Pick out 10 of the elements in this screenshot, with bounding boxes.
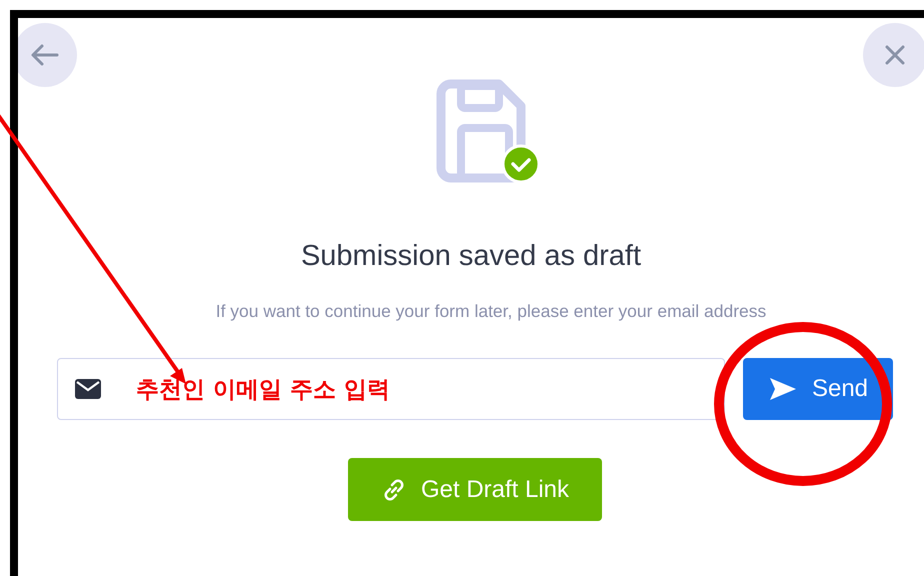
email-input-field[interactable]: 추천인 이메일 주소 입력 [57,358,725,420]
envelope-icon [74,378,102,400]
dialog-title: Submission saved as draft [300,240,642,273]
close-icon [884,44,906,66]
get-draft-link-button[interactable]: Get Draft Link [348,458,602,521]
annotation-text: 추천인 이메일 주소 입력 [136,376,390,404]
instruction-text: If you want to continue your form later, please enter your email address [216,301,766,322]
back-arrow-icon [30,43,60,67]
send-arrow-icon [768,376,798,402]
send-button[interactable]: Send [743,358,893,420]
